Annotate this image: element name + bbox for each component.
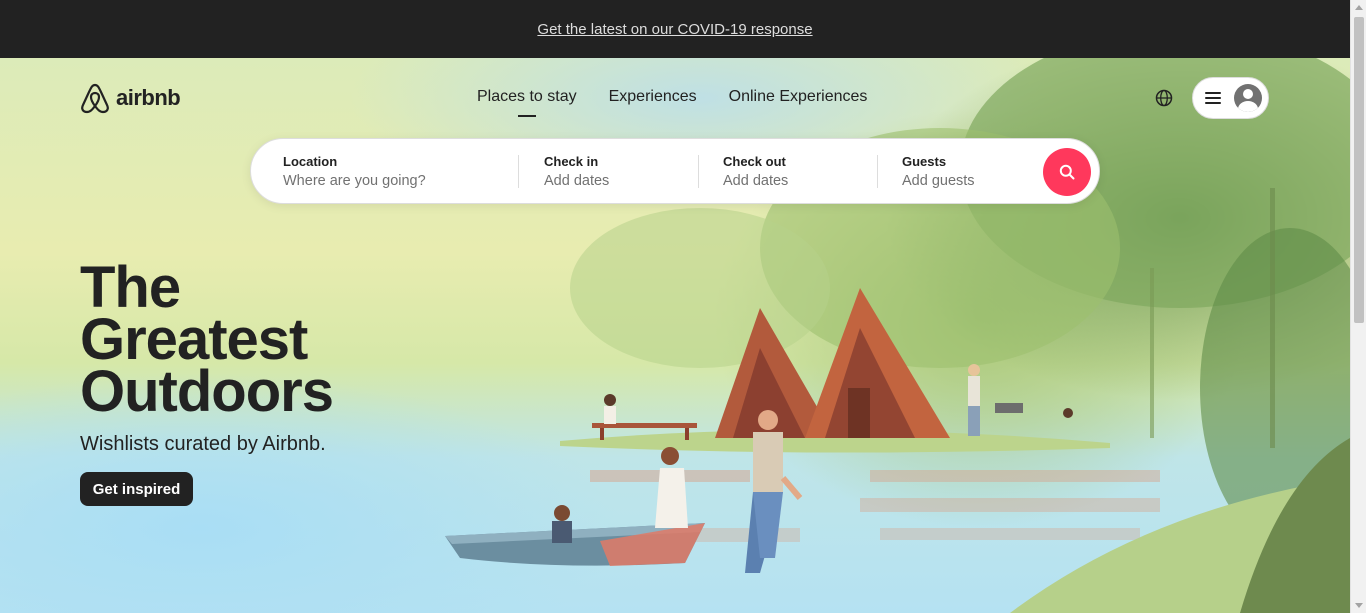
check-out-field[interactable]: Check out Add dates (723, 139, 873, 205)
check-out-label: Check out (723, 154, 786, 169)
search-bar: Location Where are you going? Check in A… (250, 138, 1100, 204)
scroll-up-icon[interactable] (1355, 5, 1363, 10)
guests-placeholder: Add guests (902, 173, 975, 189)
check-in-label: Check in (544, 154, 599, 169)
covid-response-link[interactable]: Get the latest on our COVID-19 response (537, 21, 812, 38)
hero-subline: Wishlists curated by Airbnb. (80, 433, 326, 455)
location-input[interactable]: Where are you going? (283, 173, 513, 189)
check-in-placeholder: Add dates (544, 173, 610, 189)
headline-line: Outdoors (80, 359, 334, 424)
main-nav: Places to stay Experiences Online Experi… (477, 88, 868, 117)
get-inspired-button[interactable]: Get inspired (80, 472, 193, 506)
logo-text: airbnb (116, 85, 181, 110)
location-field[interactable]: Location Where are you going? (283, 139, 513, 205)
guests-label: Guests (902, 154, 947, 169)
location-label: Location (283, 154, 338, 169)
globe-icon[interactable] (1154, 88, 1174, 108)
search-icon (1059, 164, 1075, 180)
airbnb-logo[interactable]: airbnb (80, 82, 181, 114)
avatar-icon (1234, 84, 1262, 112)
hero-headline: The Greatest Outdoors (80, 259, 460, 424)
scroll-down-icon[interactable] (1355, 603, 1363, 608)
covid-banner: Get the latest on our COVID-19 response (0, 0, 1350, 58)
scroll-thumb[interactable] (1354, 17, 1364, 323)
guests-field[interactable]: Guests Add guests (902, 139, 1052, 205)
check-in-field[interactable]: Check in Add dates (544, 139, 694, 205)
page-scrollbar[interactable] (1350, 0, 1366, 613)
hamburger-icon (1205, 92, 1221, 104)
search-divider (518, 155, 519, 188)
search-button[interactable] (1043, 148, 1091, 196)
search-divider (877, 155, 878, 188)
nav-online-experiences[interactable]: Online Experiences (729, 88, 868, 106)
airbnb-belo-icon (81, 83, 109, 114)
nav-places-to-stay[interactable]: Places to stay (477, 88, 577, 117)
check-out-placeholder: Add dates (723, 173, 789, 189)
nav-experiences[interactable]: Experiences (609, 88, 697, 106)
user-menu-button[interactable] (1192, 77, 1269, 119)
search-divider (698, 155, 699, 188)
